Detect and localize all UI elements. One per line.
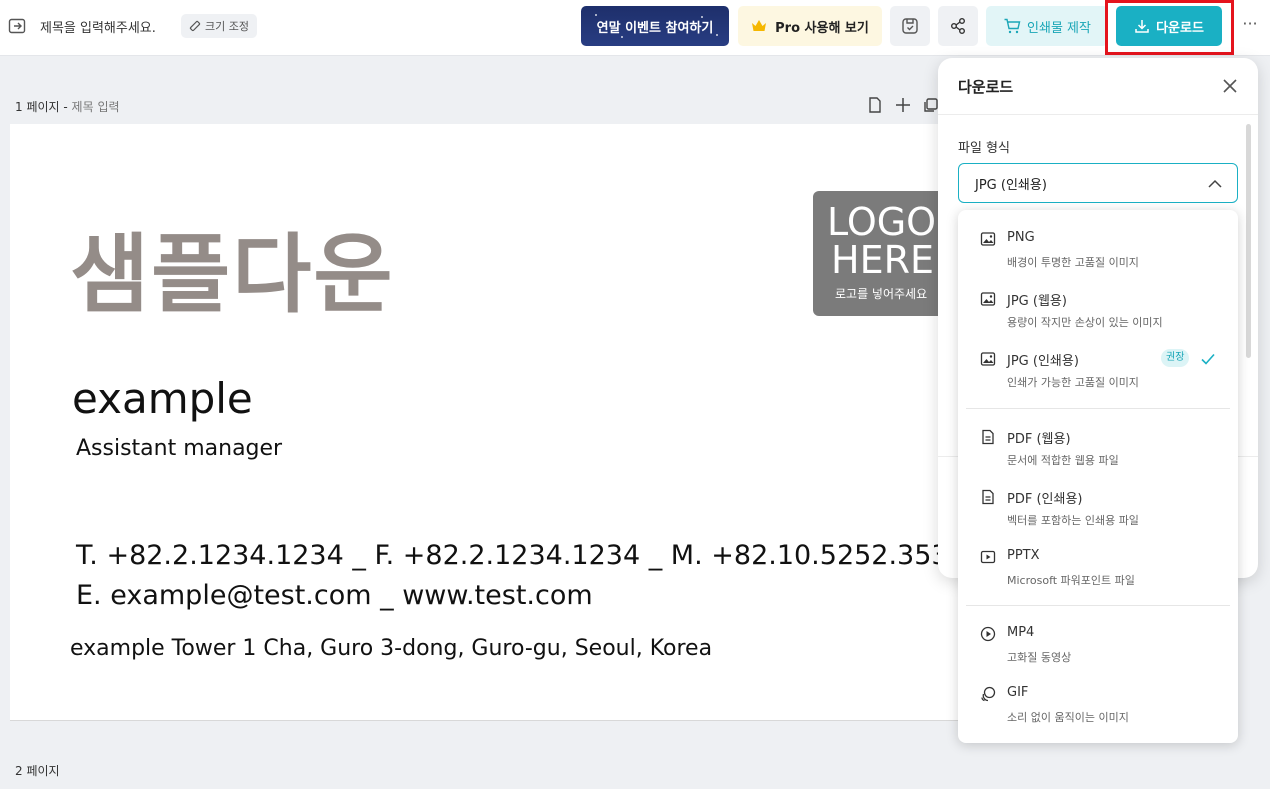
page2-label: 2 페이지 xyxy=(15,764,60,778)
star-decoration xyxy=(595,14,597,16)
slides-icon xyxy=(980,550,996,564)
chevron-up-icon xyxy=(1208,179,1222,188)
option-name: PDF (웹용) xyxy=(1007,432,1071,447)
top-bar: 제목을 입력해주세요. 크기 조정 연말 이벤트 참여하기 Pro 사용해 보기 xyxy=(0,0,1270,56)
logo-subtext: 로고를 넣어주세요 xyxy=(835,287,928,301)
option-name: JPG (인쇄용) xyxy=(1007,354,1079,369)
print-order-button[interactable]: 인쇄물 제작 xyxy=(986,6,1108,46)
format-option-mp4[interactable]: MP4 고화질 동영상 xyxy=(958,605,1238,664)
option-description: 고화질 동영상 xyxy=(1007,651,1072,664)
option-name: PDF (인쇄용) xyxy=(1007,492,1083,507)
download-label: 다운로드 xyxy=(1156,20,1204,36)
share-icon xyxy=(951,18,965,34)
more-options-button[interactable]: ··· xyxy=(1240,14,1260,38)
format-option-jpg-web[interactable]: JPG (웹용) 용량이 작지만 손상이 있는 이미지 xyxy=(958,270,1238,329)
card-name-english[interactable]: example xyxy=(72,374,253,423)
play-icon xyxy=(980,626,996,642)
pro-label: Pro 사용해 보기 xyxy=(775,20,869,36)
resize-button[interactable]: 크기 조정 xyxy=(181,14,257,38)
star-decoration xyxy=(701,16,703,18)
option-description: Microsoft 파워포인트 파일 xyxy=(1007,574,1135,587)
star-decoration xyxy=(716,34,718,36)
option-name: PPTX xyxy=(1007,548,1040,563)
option-name: GIF xyxy=(1007,685,1029,700)
document-icon xyxy=(982,489,994,505)
event-banner-button[interactable]: 연말 이벤트 참여하기 xyxy=(581,6,729,46)
option-name: JPG (웹용) xyxy=(1007,294,1067,309)
format-option-pptx[interactable]: PPTX Microsoft 파워포인트 파일 xyxy=(958,528,1238,587)
card-phone-line[interactable]: T. +82.2.1234.1234 _ F. +82.2.1234.1234 … xyxy=(76,540,966,571)
save-icon xyxy=(902,18,918,34)
star-decoration xyxy=(621,36,623,38)
download-button[interactable]: 다운로드 xyxy=(1116,6,1222,46)
share-button[interactable] xyxy=(938,6,978,46)
option-name: PNG xyxy=(1007,230,1035,245)
close-icon[interactable] xyxy=(1220,76,1240,96)
download-icon xyxy=(1135,20,1149,33)
format-option-pdf-web[interactable]: PDF (웹용) 문서에 적합한 웹용 파일 xyxy=(958,408,1238,467)
card-email-line[interactable]: E. example@test.com _ www.test.com xyxy=(76,580,593,611)
card-name-korean[interactable]: 샘플다운 xyxy=(70,204,394,329)
format-option-jpg-print[interactable]: JPG (인쇄용) 인쇄가 가능한 고품질 이미지 xyxy=(958,330,1238,389)
format-dropdown: PNG 배경이 투명한 고품질 이미지 JPG (웹용) 용량이 작지만 손상이… xyxy=(958,210,1238,743)
ruler-icon xyxy=(189,20,201,32)
pro-trial-button[interactable]: Pro 사용해 보기 xyxy=(738,6,882,46)
image-icon xyxy=(980,292,996,306)
add-page-icon[interactable] xyxy=(894,96,912,114)
page1-label: 1 페이지 - 제목 입력 xyxy=(15,98,120,115)
logo-line1: LOGO xyxy=(827,200,937,244)
format-select[interactable]: JPG (인쇄용) xyxy=(958,163,1238,203)
image-icon xyxy=(980,352,996,366)
option-description: 소리 없이 움직이는 이미지 xyxy=(1007,711,1129,724)
resize-label: 크기 조정 xyxy=(205,20,249,33)
panel-scrollbar[interactable] xyxy=(1246,124,1251,358)
document-title[interactable]: 제목을 입력해주세요. xyxy=(40,17,156,36)
format-option-pdf-print[interactable]: PDF (인쇄용) 벡터를 포함하는 인쇄용 파일 xyxy=(958,468,1238,527)
logo-line2: HERE! xyxy=(831,238,950,282)
option-description: 벡터를 포함하는 인쇄용 파일 xyxy=(1007,514,1139,527)
gif-icon xyxy=(981,686,996,702)
option-description: 용량이 작지만 손상이 있는 이미지 xyxy=(1007,316,1163,329)
format-label: 파일 형식 xyxy=(958,141,1010,156)
page1-prefix: 1 페이지 - xyxy=(15,100,68,114)
crown-icon xyxy=(752,20,767,31)
card-role[interactable]: Assistant manager xyxy=(76,436,282,461)
check-icon xyxy=(1201,353,1215,365)
selected-format: JPG (인쇄용) xyxy=(975,177,1047,193)
panel-title: 다운로드 xyxy=(958,78,1014,96)
format-option-png[interactable]: PNG 배경이 투명한 고품질 이미지 xyxy=(958,210,1238,269)
option-description: 배경이 투명한 고품질 이미지 xyxy=(1007,256,1139,269)
exit-icon[interactable] xyxy=(8,17,26,35)
new-page-icon[interactable] xyxy=(866,96,884,114)
format-option-gif[interactable]: GIF 소리 없이 움직이는 이미지 xyxy=(958,665,1238,724)
option-description: 문서에 적합한 웹용 파일 xyxy=(1007,454,1119,467)
card-address[interactable]: example Tower 1 Cha, Guro 3-dong, Guro-g… xyxy=(70,636,712,661)
page1-title[interactable]: 제목 입력 xyxy=(72,100,120,114)
image-icon xyxy=(980,232,996,246)
save-button[interactable] xyxy=(890,6,930,46)
panel-divider xyxy=(938,114,1258,115)
cart-icon xyxy=(1004,18,1021,34)
print-label: 인쇄물 제작 xyxy=(1027,20,1091,36)
document-icon xyxy=(982,429,994,445)
event-label: 연말 이벤트 참여하기 xyxy=(596,20,714,36)
design-canvas[interactable]: 샘플다운 LOGO HERE! 로고를 넣어주세요 example Assist… xyxy=(10,124,1010,721)
option-description: 인쇄가 가능한 고품질 이미지 xyxy=(1007,376,1139,389)
option-name: MP4 xyxy=(1007,625,1035,640)
page-toolbar xyxy=(866,96,940,114)
recommended-badge: 권장 xyxy=(1161,349,1190,367)
